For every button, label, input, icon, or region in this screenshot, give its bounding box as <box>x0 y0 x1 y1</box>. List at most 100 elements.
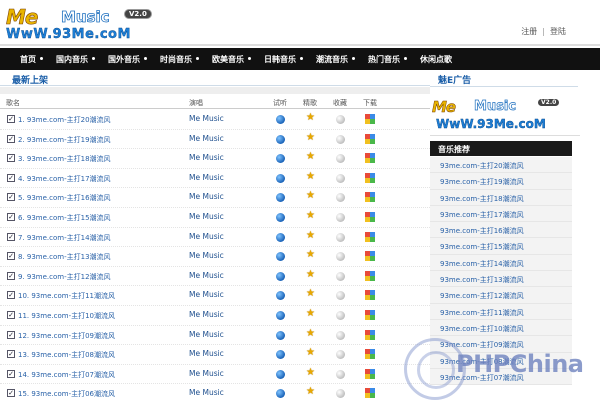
star-icon[interactable]: ★ <box>306 152 315 162</box>
star-icon[interactable]: ★ <box>306 387 315 397</box>
song-title-link[interactable]: 4. 93me.com-主打17潮流风 <box>18 174 111 184</box>
song-checkbox[interactable]: ✓ <box>7 271 15 280</box>
song-checkbox[interactable]: ✓ <box>7 212 15 221</box>
recommend-item[interactable]: 93me.com-主打15潮流风 <box>430 238 572 255</box>
song-checkbox[interactable]: ✓ <box>7 389 15 398</box>
ad-banner[interactable]: Me Music V2.0 WwW.93Me.coM <box>430 94 580 136</box>
recommend-item[interactable]: 93me.com-主打13潮流风 <box>430 271 572 288</box>
star-icon[interactable]: ★ <box>306 113 315 123</box>
collect-circle-icon[interactable] <box>336 232 345 242</box>
play-circle-icon[interactable] <box>276 134 285 144</box>
collect-circle-icon[interactable] <box>336 115 345 124</box>
nav-item-7[interactable]: 热门音乐 <box>354 54 407 65</box>
song-artist-link[interactable]: Me Music <box>189 349 224 358</box>
song-checkbox[interactable]: ✓ <box>7 173 15 182</box>
play-circle-icon[interactable] <box>276 154 285 164</box>
play-circle-icon[interactable] <box>276 369 285 379</box>
song-title-link[interactable]: 9. 93me.com-主打12潮流风 <box>18 272 111 282</box>
song-artist-link[interactable]: Me Music <box>189 369 224 378</box>
song-title-link[interactable]: 3. 93me.com-主打18潮流风 <box>18 154 111 164</box>
download-icon[interactable] <box>365 368 375 379</box>
download-icon[interactable] <box>365 349 375 360</box>
song-title-link[interactable]: 10. 93me.com-主打11潮流风 <box>18 291 115 301</box>
song-artist-link[interactable]: Me Music <box>189 330 224 339</box>
play-circle-icon[interactable] <box>276 389 285 399</box>
download-icon[interactable] <box>365 329 375 340</box>
play-circle-icon[interactable] <box>276 310 285 320</box>
song-artist-link[interactable]: Me Music <box>189 290 224 299</box>
song-title-link[interactable]: 2. 93me.com-主打19潮流风 <box>18 135 111 145</box>
song-artist-link[interactable]: Me Music <box>189 232 224 241</box>
play-circle-icon[interactable] <box>276 173 285 183</box>
play-circle-icon[interactable] <box>276 193 285 203</box>
song-artist-link[interactable]: Me Music <box>189 388 224 397</box>
song-artist-link[interactable]: Me Music <box>189 134 224 143</box>
song-checkbox[interactable]: ✓ <box>7 330 15 339</box>
collect-circle-icon[interactable] <box>336 291 345 301</box>
nav-item-1[interactable]: 国内音乐 <box>42 54 95 65</box>
star-icon[interactable]: ★ <box>306 210 315 221</box>
collect-circle-icon[interactable] <box>336 173 345 183</box>
download-icon[interactable] <box>365 211 375 222</box>
song-title-link[interactable]: 6. 93me.com-主打15潮流风 <box>18 213 111 223</box>
nav-item-4[interactable]: 欧美音乐 <box>198 54 251 65</box>
collect-circle-icon[interactable] <box>336 310 345 320</box>
nav-item-6[interactable]: 潮流音乐 <box>302 54 355 65</box>
download-icon[interactable] <box>365 251 375 262</box>
song-title-link[interactable]: 13. 93me.com-主打08潮流风 <box>18 350 115 360</box>
collect-circle-icon[interactable] <box>336 252 345 262</box>
song-checkbox[interactable]: ✓ <box>7 232 15 241</box>
song-artist-link[interactable]: Me Music <box>189 212 224 221</box>
song-checkbox[interactable]: ✓ <box>7 350 15 359</box>
song-artist-link[interactable]: Me Music <box>189 192 224 201</box>
recommend-item[interactable]: 93me.com-主打12潮流风 <box>430 287 572 304</box>
recommend-item[interactable]: 93me.com-主打10潮流风 <box>430 320 572 337</box>
song-checkbox[interactable]: ✓ <box>7 369 15 378</box>
song-artist-link[interactable]: Me Music <box>189 153 224 162</box>
song-checkbox[interactable]: ✓ <box>7 115 15 123</box>
collect-circle-icon[interactable] <box>336 154 345 164</box>
download-icon[interactable] <box>365 133 375 144</box>
star-icon[interactable]: ★ <box>306 367 315 378</box>
song-checkbox[interactable]: ✓ <box>7 291 15 300</box>
star-icon[interactable]: ★ <box>306 250 315 260</box>
recommend-item[interactable]: 93me.com-主打11潮流风 <box>430 304 572 320</box>
recommend-item[interactable]: 93me.com-主打19潮流风 <box>430 173 572 190</box>
song-artist-link[interactable]: Me Music <box>189 310 224 319</box>
download-icon[interactable] <box>365 231 375 242</box>
play-circle-icon[interactable] <box>276 115 285 124</box>
song-checkbox[interactable]: ✓ <box>7 252 15 261</box>
star-icon[interactable]: ★ <box>306 269 315 280</box>
play-circle-icon[interactable] <box>276 232 285 242</box>
song-title-link[interactable]: 8. 93me.com-主打13潮流风 <box>18 252 111 262</box>
star-icon[interactable]: ★ <box>306 171 315 182</box>
download-icon[interactable] <box>365 172 375 183</box>
recommend-item[interactable]: 93me.com-主打18潮流风 <box>430 190 572 206</box>
download-icon[interactable] <box>365 114 375 124</box>
nav-item-8[interactable]: 休闲点歌 <box>406 54 458 65</box>
register-link[interactable]: 注册 <box>521 27 537 36</box>
song-title-link[interactable]: 14. 93me.com-主打07潮流风 <box>18 370 115 380</box>
star-icon[interactable]: ★ <box>306 348 315 358</box>
download-icon[interactable] <box>365 388 375 399</box>
recommend-item[interactable]: 93me.com-主打20潮流风 <box>430 157 572 174</box>
recommend-item[interactable]: 93me.com-主打16潮流风 <box>430 222 572 239</box>
song-artist-link[interactable]: Me Music <box>189 114 224 123</box>
play-circle-icon[interactable] <box>276 330 285 340</box>
song-artist-link[interactable]: Me Music <box>189 271 224 280</box>
site-logo[interactable]: Me Music V2.0 WwW.93Me.coM <box>6 3 166 43</box>
song-artist-link[interactable]: Me Music <box>189 251 224 260</box>
collect-circle-icon[interactable] <box>336 193 345 203</box>
song-checkbox[interactable]: ✓ <box>7 193 15 202</box>
song-checkbox[interactable]: ✓ <box>7 310 15 319</box>
play-circle-icon[interactable] <box>276 350 285 360</box>
star-icon[interactable]: ★ <box>306 230 315 241</box>
play-circle-icon[interactable] <box>276 212 285 222</box>
song-title-link[interactable]: 1. 93me.com-主打20潮流风 <box>18 115 111 125</box>
collect-circle-icon[interactable] <box>336 389 345 399</box>
login-link[interactable]: 登陆 <box>550 27 566 36</box>
download-icon[interactable] <box>365 153 375 164</box>
star-icon[interactable]: ★ <box>306 191 315 201</box>
star-icon[interactable]: ★ <box>306 308 315 319</box>
download-icon[interactable] <box>365 270 375 281</box>
